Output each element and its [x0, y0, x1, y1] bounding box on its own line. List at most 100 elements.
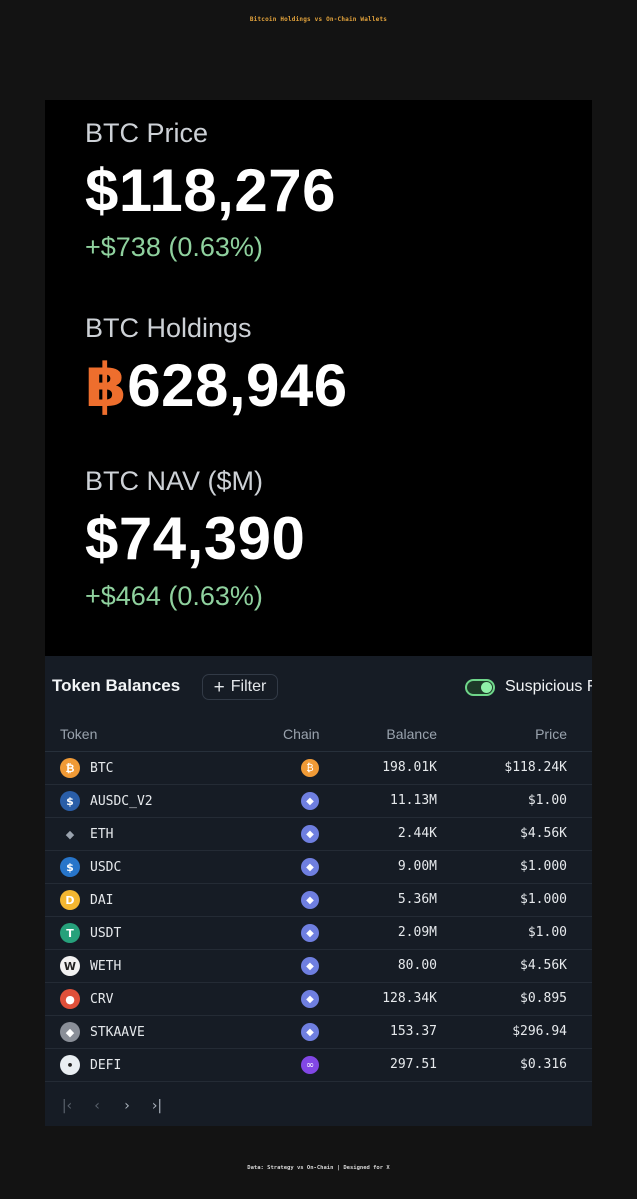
col-chain[interactable]: Chain [283, 726, 320, 742]
balance-value: 2.44K [397, 826, 437, 841]
balance-value: 297.51 [390, 1057, 437, 1072]
balance-value: 80.00 [397, 958, 437, 973]
token-cell: ₿ BTC [60, 758, 113, 778]
table-row[interactable]: W WETH ◆ 80.00 $4.56K [45, 950, 592, 983]
balance-value: 2.09M [397, 925, 437, 940]
token-name: DEFI [90, 1057, 122, 1073]
btc-holdings-value: ฿628,946 [85, 351, 348, 421]
btc-nav-value: $74,390 [85, 505, 306, 572]
token-cell: T USDT [60, 923, 121, 943]
balance-value: 153.37 [390, 1024, 437, 1039]
ethereum-chain-icon: ◆ [301, 1023, 319, 1041]
token-name: STKAAVE [90, 1024, 145, 1040]
ethereum-chain-icon: ◆ [301, 825, 319, 843]
price-value: $1.00 [527, 925, 567, 940]
last-page-icon[interactable]: ›| [149, 1098, 165, 1114]
token-name: ETH [90, 826, 114, 842]
token-cell: D DAI [60, 890, 113, 910]
balance-value: 128.34K [382, 991, 437, 1006]
balance-value: 9.00M [397, 859, 437, 874]
ethereum-chain-icon: ◆ [301, 990, 319, 1008]
table-header: Token Chain Balance Price [45, 719, 592, 752]
price-value: $4.56K [520, 958, 567, 973]
next-page-icon[interactable]: › [119, 1098, 135, 1114]
col-price[interactable]: Price [535, 726, 567, 742]
token-name: CRV [90, 991, 114, 1007]
stkaave-icon: ◆ [60, 1022, 80, 1042]
plus-icon: + [213, 676, 225, 698]
btc-price-change: +$738 (0.63%) [85, 232, 263, 262]
balance-value: 11.13M [390, 793, 437, 808]
bitcoin-chain-icon: ₿ [301, 759, 319, 777]
ethereum-chain-icon: ◆ [301, 792, 319, 810]
token-name: USDT [90, 925, 122, 941]
curve-icon: ● [60, 989, 80, 1009]
baht-btc-symbol: ฿ [85, 352, 128, 419]
price-value: $296.94 [512, 1024, 567, 1039]
table-row[interactable]: ◆ ETH ◆ 2.44K $4.56K [45, 818, 592, 851]
btc-nav-change: +$464 (0.63%) [85, 581, 263, 611]
page-title: Bitcoin Holdings vs On-Chain Wallets [249, 16, 388, 23]
suspicious-toggle[interactable] [465, 679, 495, 696]
panel-header: Token Balances + Filter Suspicious F [45, 656, 592, 719]
btc-price-label: BTC Price [85, 118, 209, 148]
price-value: $4.56K [520, 826, 567, 841]
token-name: USDC [90, 859, 122, 875]
btc-price-value: $118,276 [85, 157, 336, 224]
table-row[interactable]: ◆ STKAAVE ◆ 153.37 $296.94 [45, 1016, 592, 1049]
tether-icon: T [60, 923, 80, 943]
price-value: $1.00 [527, 793, 567, 808]
ethereum-chain-icon: ◆ [301, 957, 319, 975]
footer-credit: Data: Strategy vs On-Chain | Designed fo… [247, 1165, 390, 1171]
token-cell: ◆ STKAAVE [60, 1022, 145, 1042]
filter-label: Filter [230, 678, 267, 695]
token-name: AUSDC_V2 [90, 793, 153, 809]
token-cell: • DEFI [60, 1055, 121, 1075]
token-cell: ◆ ETH [60, 824, 114, 844]
dai-icon: D [60, 890, 80, 910]
suspicious-toggle-label: Suspicious F [505, 678, 592, 695]
col-token[interactable]: Token [60, 726, 97, 742]
table-row[interactable]: $ AUSDC_V2 ◆ 11.13M $1.00 [45, 785, 592, 818]
table-row[interactable]: ● CRV ◆ 128.34K $0.895 [45, 983, 592, 1016]
token-name: BTC [90, 760, 114, 776]
token-cell: ● CRV [60, 989, 113, 1009]
summary-card: BTC Price $118,276 +$738 (0.63%) BTC Hol… [45, 100, 592, 1126]
polygon-chain-icon: ∞ [301, 1056, 319, 1074]
ethereum-chain-icon: ◆ [301, 924, 319, 942]
btc-nav-label: BTC NAV ($M) [85, 466, 264, 496]
token-name: DAI [90, 892, 114, 908]
balance-value: 5.36M [397, 892, 437, 907]
price-value: $1.000 [520, 892, 567, 907]
panel-title: Token Balances [52, 676, 181, 695]
table-row[interactable]: • DEFI ∞ 297.51 $0.316 [45, 1049, 592, 1082]
table-row[interactable]: T USDT ◆ 2.09M $1.00 [45, 917, 592, 950]
filter-button[interactable]: + Filter [202, 674, 278, 700]
toggle-knob [481, 682, 492, 693]
ethereum-chain-icon: ◆ [301, 858, 319, 876]
token-cell: W WETH [60, 956, 121, 976]
table-row[interactable]: D DAI ◆ 5.36M $1.000 [45, 884, 592, 917]
bitcoin-icon: ₿ [60, 758, 80, 778]
prev-page-icon[interactable]: ‹ [89, 1098, 105, 1114]
first-page-icon[interactable]: |‹ [59, 1098, 75, 1114]
usdc-icon: $ [60, 857, 80, 877]
token-balances-panel: Token Balances + Filter Suspicious F Tok… [45, 656, 592, 1126]
defi-icon: • [60, 1055, 80, 1075]
table-row[interactable]: $ USDC ◆ 9.00M $1.000 [45, 851, 592, 884]
price-value: $0.316 [520, 1057, 567, 1072]
btc-holdings-label: BTC Holdings [85, 313, 252, 343]
col-balance[interactable]: Balance [386, 726, 437, 742]
ausdc-icon: $ [60, 791, 80, 811]
token-name: WETH [90, 958, 122, 974]
pagination: |‹ ‹ › ›| [59, 1098, 165, 1114]
price-value: $0.895 [520, 991, 567, 1006]
ethereum-icon: ◆ [65, 827, 75, 841]
btc-holdings-number: 628,946 [127, 352, 348, 419]
token-table: Token Chain Balance Price ₿ BTC ₿ 198.01K $1… [45, 719, 592, 1082]
ethereum-chain-icon: ◆ [301, 891, 319, 909]
token-cell: $ USDC [60, 857, 121, 877]
weth-icon: W [60, 956, 80, 976]
table-row[interactable]: ₿ BTC ₿ 198.01K $118.24K [45, 752, 592, 785]
price-value: $1.000 [520, 859, 567, 874]
